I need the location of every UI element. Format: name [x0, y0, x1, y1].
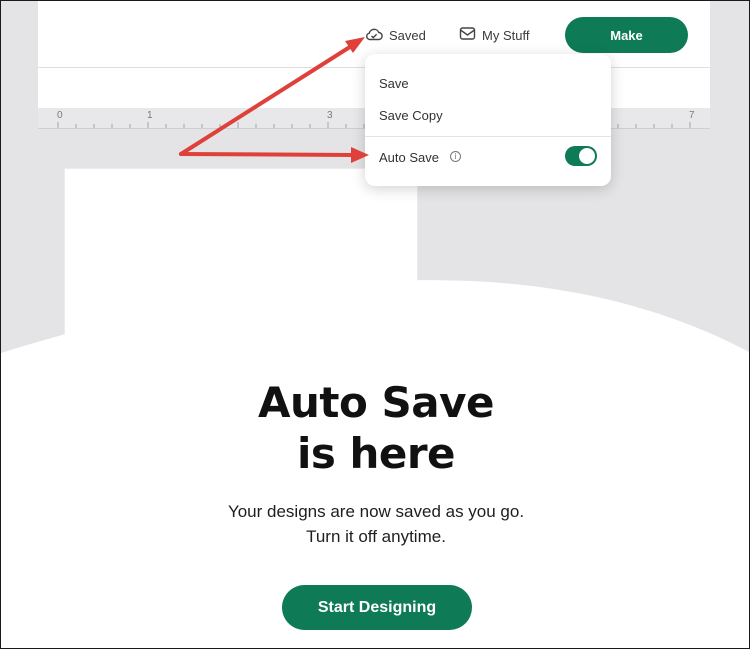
announcement-frame: Saved My Stuff Make 0 1 3 7 Save Save Co… — [0, 0, 750, 649]
save-dropdown-menu: Save Save Copy Auto Save i — [365, 54, 611, 186]
my-stuff-label: My Stuff — [482, 27, 530, 43]
ruler-label-7: 7 — [689, 110, 695, 121]
saved-label: Saved — [389, 27, 426, 43]
info-icon[interactable]: i — [450, 151, 461, 162]
saved-status-button[interactable]: Saved — [365, 23, 426, 47]
cloud-check-icon — [365, 27, 383, 44]
menu-divider — [365, 136, 611, 137]
hero-title-line-2: is here — [296, 429, 456, 478]
canvas-background-left — [1, 1, 38, 401]
save-menu-item[interactable]: Save — [379, 76, 409, 91]
hero-subtitle-line-2: Turn it off anytime. — [306, 527, 446, 546]
hero-subtitle-line-1: Your designs are now saved as you go. — [227, 502, 525, 521]
make-button[interactable]: Make — [565, 17, 688, 53]
toggle-knob — [579, 148, 595, 164]
hero-title-line-1: Auto Save — [258, 378, 494, 427]
canvas-page — [65, 169, 417, 409]
save-copy-menu-item[interactable]: Save Copy — [379, 108, 443, 123]
ruler-label-0: 0 — [57, 110, 63, 121]
auto-save-toggle[interactable] — [565, 146, 597, 166]
inbox-icon — [459, 26, 476, 44]
auto-save-label: Auto Save — [379, 150, 439, 165]
canvas-background-right — [710, 1, 749, 401]
ruler-label-1: 1 — [147, 110, 153, 121]
ruler-label-3: 3 — [327, 110, 333, 121]
start-designing-button[interactable]: Start Designing — [282, 585, 472, 630]
my-stuff-button[interactable]: My Stuff — [459, 23, 529, 47]
